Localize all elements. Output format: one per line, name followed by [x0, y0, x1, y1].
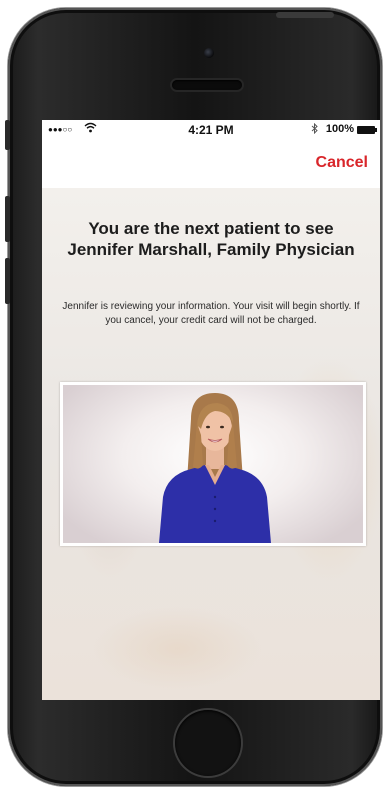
cancel-button[interactable]: Cancel	[316, 154, 368, 172]
volume-down-button	[5, 258, 10, 304]
doctor-video-feed[interactable]	[60, 382, 366, 546]
earpiece-speaker	[172, 80, 242, 90]
doctor-avatar	[159, 393, 271, 543]
battery-icon	[357, 126, 377, 134]
mute-switch	[5, 120, 10, 150]
navigation-bar: Cancel	[42, 140, 380, 188]
app-screen: ●●●○○ 4:21 PM 100% Cancel You are the ne…	[42, 120, 380, 700]
waiting-headline: You are the next patient to see Jennifer…	[67, 219, 355, 259]
home-button[interactable]	[175, 710, 241, 776]
status-bar: ●●●○○ 4:21 PM 100%	[42, 120, 380, 140]
battery-percent: 100%	[325, 123, 354, 135]
power-button	[276, 12, 334, 18]
volume-up-button	[5, 196, 10, 242]
front-camera-icon	[204, 48, 214, 58]
waiting-message: Jennifer is reviewing your information. …	[62, 301, 360, 326]
bluetooth-icon	[311, 122, 318, 137]
phone-frame: ●●●○○ 4:21 PM 100% Cancel You are the ne…	[5, 8, 382, 786]
